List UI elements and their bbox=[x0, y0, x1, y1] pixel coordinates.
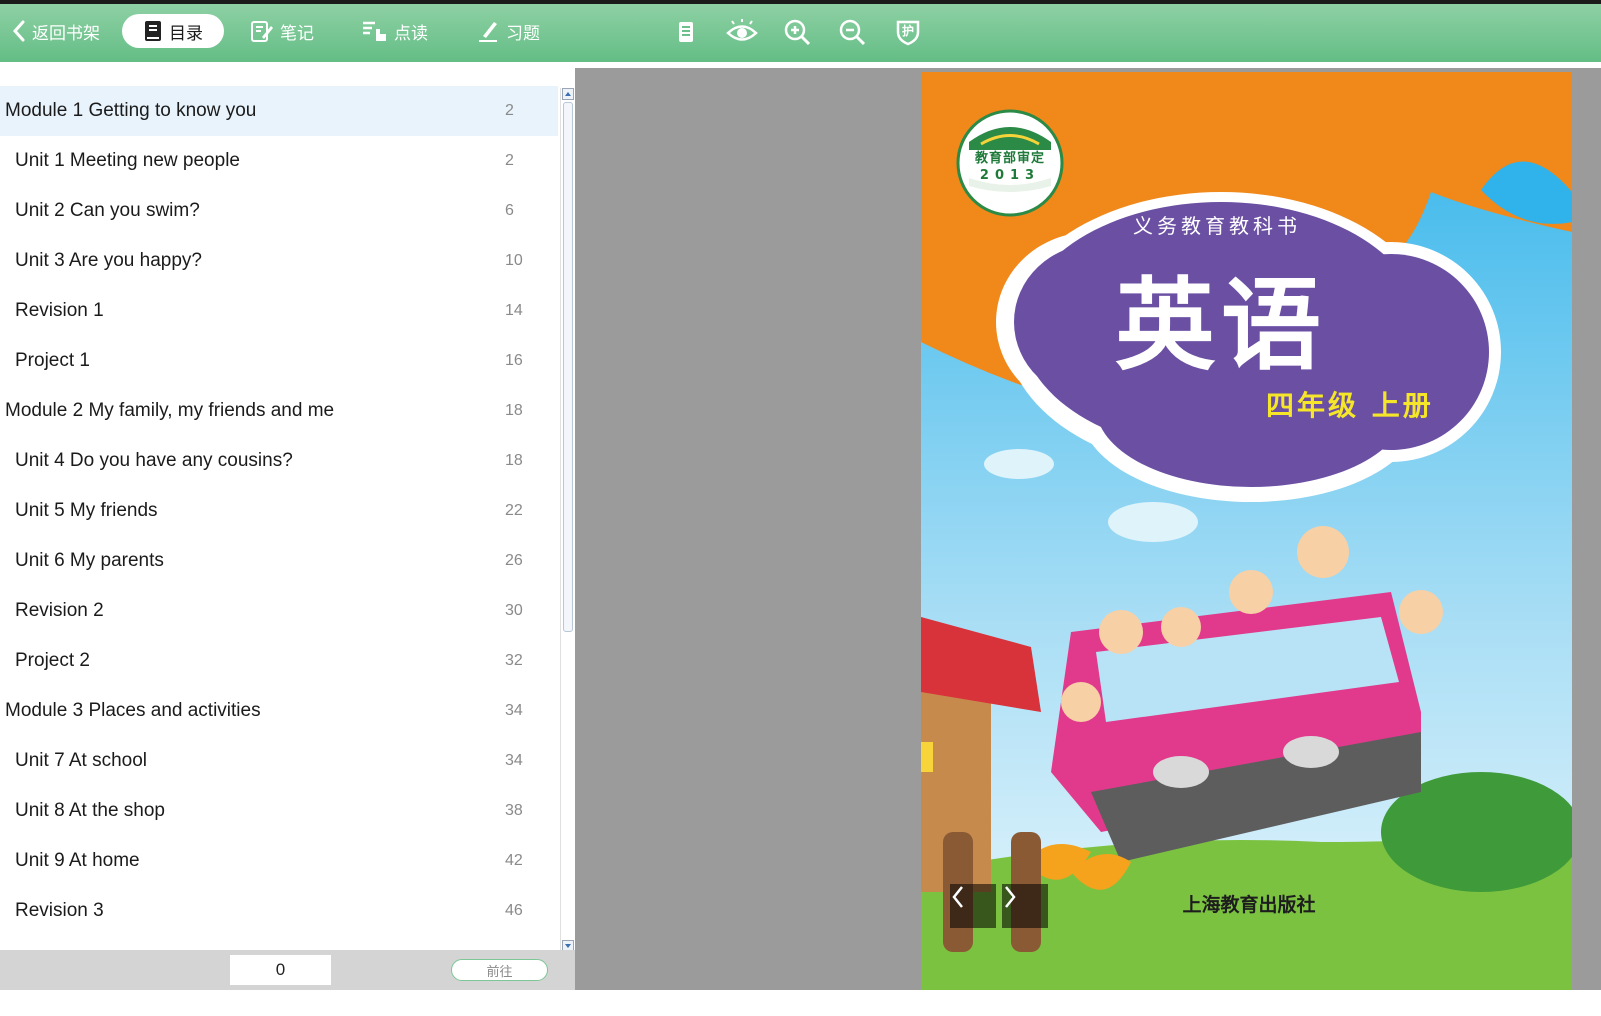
zoom-in-button[interactable] bbox=[783, 18, 811, 46]
scroll-thumb[interactable] bbox=[563, 102, 573, 632]
toc-item-title: Unit 4 Do you have any cousins? bbox=[15, 450, 293, 471]
toc-module-item[interactable]: Module 2 My family, my friends and me 18 bbox=[0, 386, 558, 436]
toc-list: Module 1 Getting to know you 2 Unit 1 Meet… bbox=[0, 86, 558, 1016]
book-cover[interactable]: 教育部审定 2013 义务教育教科书 英语 四年级 上册 上海教育出版社 bbox=[921, 72, 1572, 990]
zoom-out-button[interactable] bbox=[838, 18, 866, 46]
toc-item-page: 6 bbox=[505, 202, 514, 219]
toc-unit-item[interactable]: Project 2 32 bbox=[0, 636, 558, 686]
toc-item-page: 10 bbox=[505, 252, 523, 269]
eye-icon bbox=[726, 18, 758, 46]
toc-item-page: 46 bbox=[505, 902, 523, 919]
toc-module-item[interactable]: Module 3 Places and activities 34 bbox=[0, 686, 558, 736]
toc-unit-item[interactable]: Unit 6 My parents 26 bbox=[0, 536, 558, 586]
toc-unit-item[interactable]: Unit 3 Are you happy? 10 bbox=[0, 236, 558, 286]
scroll-up-arrow[interactable] bbox=[562, 88, 574, 100]
toc-item-page: 18 bbox=[505, 402, 523, 419]
toc-item-page: 18 bbox=[505, 452, 523, 469]
toc-unit-item[interactable]: Unit 1 Meeting new people 2 bbox=[0, 136, 558, 186]
book-icon bbox=[143, 20, 163, 42]
toc-item-title: Module 1 Getting to know you bbox=[5, 100, 257, 121]
toc-scrollbar[interactable] bbox=[560, 88, 575, 952]
toc-item-page: 34 bbox=[505, 752, 523, 769]
cover-grade: 四年级 上册 bbox=[1266, 389, 1434, 422]
tab-exercises[interactable]: 习题 bbox=[478, 14, 540, 48]
toc-item-title: Unit 9 At home bbox=[15, 850, 140, 871]
toc-item-title: Module 2 My family, my friends and me bbox=[5, 400, 335, 421]
toc-item-title: Unit 8 At the shop bbox=[15, 800, 165, 821]
cover-publisher: 上海教育出版社 bbox=[1182, 894, 1316, 916]
approval-seal-year: 2013 bbox=[979, 168, 1041, 183]
toc-unit-item[interactable]: Revision 1 14 bbox=[0, 286, 558, 336]
toc-item-page: 2 bbox=[505, 152, 514, 169]
toc-item-title: Revision 3 bbox=[15, 900, 104, 921]
tab-toc[interactable]: 目录 bbox=[122, 14, 224, 48]
go-button[interactable]: 前往 bbox=[451, 959, 548, 981]
tab-exercises-label: 习题 bbox=[506, 23, 540, 44]
approval-seal-text: 教育部审定 bbox=[974, 151, 1045, 166]
toc-item-page: 42 bbox=[505, 852, 523, 869]
toc-unit-item[interactable]: Unit 9 At home 42 bbox=[0, 836, 558, 886]
tab-read-aloud[interactable]: 点读 bbox=[362, 14, 428, 48]
toc-item-title: Module 3 Places and activities bbox=[5, 700, 261, 721]
notebook-button[interactable] bbox=[672, 18, 700, 46]
toc-item-page: 34 bbox=[505, 702, 523, 719]
toc-item-title: Unit 1 Meeting new people bbox=[15, 150, 240, 171]
next-page-button[interactable] bbox=[1002, 884, 1048, 928]
toc-unit-item[interactable]: Revision 2 30 bbox=[0, 586, 558, 636]
pen-icon bbox=[478, 19, 500, 43]
toc-item-title: Unit 6 My parents bbox=[15, 550, 164, 571]
toc-item-page: 22 bbox=[505, 502, 523, 519]
eye-button[interactable] bbox=[726, 18, 758, 46]
zoom-in-icon bbox=[783, 18, 811, 46]
toc-item-page: 14 bbox=[505, 302, 523, 319]
tab-notes-label: 笔记 bbox=[280, 23, 314, 44]
toc-item-title: Unit 3 Are you happy? bbox=[15, 250, 202, 271]
page-viewer: 教育部审定 2013 义务教育教科书 英语 四年级 上册 上海教育出版社 bbox=[575, 68, 1601, 990]
toc-unit-item[interactable]: Unit 8 At the shop 38 bbox=[0, 786, 558, 836]
eye-protection-icon: 护 bbox=[894, 18, 922, 46]
previous-page-button[interactable] bbox=[950, 884, 996, 928]
toc-item-page: 26 bbox=[505, 552, 523, 569]
eye-protection-label: 护 bbox=[901, 24, 914, 38]
chevron-left-icon bbox=[12, 19, 26, 43]
toc-unit-item[interactable]: Unit 4 Do you have any cousins? 18 bbox=[0, 436, 558, 486]
toc-item-title: Revision 1 bbox=[15, 300, 104, 321]
cover-series-title: 义务教育教科书 bbox=[1133, 214, 1301, 238]
toc-item-page: 32 bbox=[505, 652, 523, 669]
toc-module-item[interactable]: Module 1 Getting to know you 2 bbox=[0, 86, 558, 136]
toc-item-page: 30 bbox=[505, 602, 523, 619]
toc-item-title: Unit 7 At school bbox=[15, 750, 148, 771]
tap-read-icon bbox=[362, 19, 388, 43]
toc-item-title: Revision 2 bbox=[15, 600, 104, 621]
toc-item-title: Unit 2 Can you swim? bbox=[15, 200, 200, 221]
toc-footer: 前往 bbox=[0, 950, 575, 990]
viewer-right-margin bbox=[1572, 68, 1601, 990]
eye-protection-button[interactable]: 护 bbox=[894, 18, 922, 46]
tab-read-aloud-label: 点读 bbox=[394, 23, 428, 44]
toc-item-title: Unit 5 My friends bbox=[15, 500, 158, 521]
zoom-out-icon bbox=[838, 18, 866, 46]
cover-title: 英语 bbox=[1115, 267, 1327, 384]
toc-item-title: Project 1 bbox=[15, 350, 90, 371]
toc-item-title: Project 2 bbox=[15, 650, 90, 671]
toc-unit-item[interactable]: Revision 3 46 bbox=[0, 886, 558, 936]
back-to-shelf-button[interactable]: 返回书架 bbox=[12, 14, 100, 48]
toc-unit-item[interactable]: Unit 2 Can you swim? 6 bbox=[0, 186, 558, 236]
toc-item-page: 2 bbox=[505, 102, 514, 119]
tab-notes[interactable]: 笔记 bbox=[250, 14, 314, 48]
back-to-shelf-label: 返回书架 bbox=[32, 23, 100, 44]
toc-panel: Module 1 Getting to know you 2 Unit 1 Meet… bbox=[0, 68, 575, 990]
toc-unit-item[interactable]: Unit 5 My friends 22 bbox=[0, 486, 558, 536]
toc-item-page: 38 bbox=[505, 802, 523, 819]
toc-item-page: 16 bbox=[505, 352, 523, 369]
notes-icon bbox=[250, 19, 274, 43]
page-number-input[interactable] bbox=[230, 955, 331, 985]
notebook-icon bbox=[672, 18, 700, 46]
tab-toc-label: 目录 bbox=[169, 23, 203, 44]
toc-unit-item[interactable]: Unit 7 At school 34 bbox=[0, 736, 558, 786]
toc-unit-item[interactable]: Project 1 16 bbox=[0, 336, 558, 386]
